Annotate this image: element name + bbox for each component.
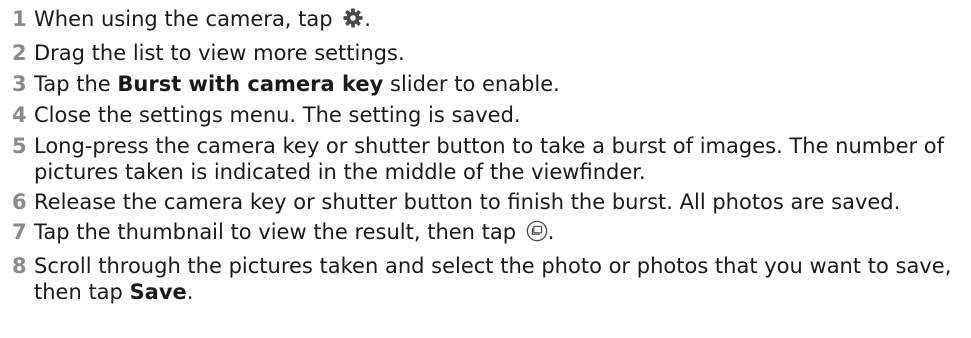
- step-number: 7: [12, 220, 27, 244]
- step-6: 6 Release the camera key or shutter butt…: [0, 189, 971, 215]
- step-text: Tap the thumbnail to view the result, th…: [34, 219, 971, 248]
- step-text: Long-press the camera key or shutter but…: [34, 134, 945, 184]
- step-text-part: Tap the thumbnail to view the result, th…: [34, 220, 523, 244]
- step-number: 2: [12, 41, 27, 65]
- step-3: 3 Tap the Burst with camera key slider t…: [0, 71, 971, 97]
- setting-name: Burst with camera key: [117, 72, 384, 96]
- step-number: 8: [12, 254, 27, 278]
- step-number: 4: [12, 103, 27, 127]
- step-number: 5: [12, 134, 27, 158]
- step-number: 1: [12, 7, 27, 31]
- step-number: 6: [12, 190, 27, 214]
- step-text-part: When using the camera, tap: [34, 7, 340, 31]
- instruction-steps: 1 When using the camera, tap . 2 Drag th…: [0, 0, 971, 305]
- step-8: 8 Scroll through the pictures taken and …: [0, 253, 971, 305]
- step-7: 7 Tap the thumbnail to view the result, …: [0, 219, 971, 248]
- step-5: 5 Long-press the camera key or shutter b…: [0, 133, 971, 185]
- step-text-part: .: [547, 220, 555, 244]
- step-text-part: Tap the: [34, 72, 118, 96]
- step-1: 1 When using the camera, tap .: [0, 6, 971, 35]
- save-label: Save: [129, 280, 187, 304]
- step-2: 2 Drag the list to view more settings.: [0, 40, 971, 66]
- step-text: Close the settings menu. The setting is …: [34, 103, 521, 127]
- gear-icon: [342, 7, 364, 35]
- step-text: Tap the Burst with camera key slider to …: [34, 71, 971, 97]
- step-text: Scroll through the pictures taken and se…: [34, 253, 971, 305]
- step-text-part: slider to enable.: [383, 72, 560, 96]
- step-text-part: .: [186, 280, 194, 304]
- step-text: When using the camera, tap .: [34, 6, 971, 35]
- burst-gallery-icon: [526, 220, 548, 248]
- step-number: 3: [12, 72, 27, 96]
- step-text: Release the camera key or shutter button…: [34, 190, 901, 214]
- step-text: Drag the list to view more settings.: [34, 41, 405, 65]
- step-4: 4 Close the settings menu. The setting i…: [0, 102, 971, 128]
- step-text-part: .: [364, 7, 371, 31]
